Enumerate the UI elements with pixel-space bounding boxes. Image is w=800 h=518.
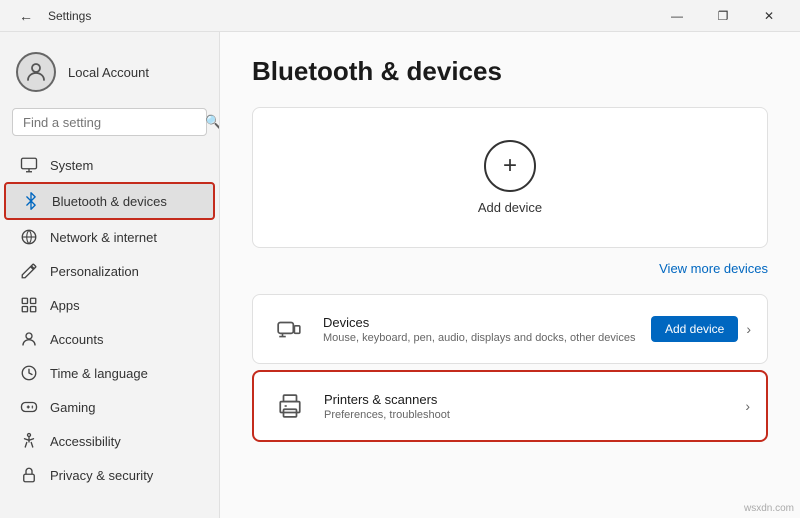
personalization-icon	[20, 262, 38, 280]
row-action-printers: ›	[745, 398, 750, 414]
time-icon	[20, 364, 38, 382]
add-device-card-label: Add device	[478, 200, 542, 215]
sidebar-label-accessibility: Accessibility	[50, 434, 121, 449]
sidebar-item-apps[interactable]: Apps	[4, 288, 215, 322]
row-title-devices: Devices	[323, 315, 637, 330]
chevron-icon-devices: ›	[746, 321, 751, 337]
view-more-devices-link[interactable]: View more devices	[659, 261, 768, 276]
sidebar-item-time[interactable]: Time & language	[4, 356, 215, 390]
maximize-button[interactable]: ❐	[700, 0, 746, 32]
title-bar: ← Settings — ❐ ✕	[0, 0, 800, 32]
sidebar-item-privacy[interactable]: Privacy & security	[4, 458, 215, 492]
settings-row-devices[interactable]: Devices Mouse, keyboard, pen, audio, dis…	[252, 294, 768, 364]
network-icon	[20, 228, 38, 246]
close-button[interactable]: ✕	[746, 0, 792, 32]
sidebar-item-accounts[interactable]: Accounts	[4, 322, 215, 356]
search-box[interactable]: 🔍	[12, 108, 207, 136]
sidebar-item-network[interactable]: Network & internet	[4, 220, 215, 254]
gaming-icon	[20, 398, 38, 416]
sidebar-label-bluetooth: Bluetooth & devices	[52, 194, 167, 209]
sidebar-item-system[interactable]: System	[4, 148, 215, 182]
sidebar-label-personalization: Personalization	[50, 264, 139, 279]
chevron-icon-printers: ›	[745, 398, 750, 414]
sidebar-label-gaming: Gaming	[50, 400, 96, 415]
minimize-button[interactable]: —	[654, 0, 700, 32]
row-text-printers: Printers & scanners Preferences, trouble…	[324, 392, 731, 421]
add-device-card[interactable]: + Add device	[252, 107, 768, 248]
row-subtitle-printers: Preferences, troubleshoot	[324, 409, 731, 421]
page-title: Bluetooth & devices	[252, 56, 768, 87]
avatar	[16, 52, 56, 92]
search-icon: 🔍	[205, 114, 220, 130]
add-device-circle-icon: +	[484, 140, 536, 192]
back-button[interactable]: ←	[12, 2, 40, 30]
devices-row-icon	[269, 309, 309, 349]
title-bar-controls: — ❐ ✕	[654, 0, 792, 32]
search-input[interactable]	[23, 115, 199, 130]
row-subtitle-devices: Mouse, keyboard, pen, audio, displays an…	[323, 332, 637, 344]
app-window: Local Account 🔍 System Bluetooth & devic…	[0, 32, 800, 518]
privacy-icon	[20, 466, 38, 484]
user-section: Local Account	[0, 40, 219, 108]
title-bar-left: ← Settings	[12, 2, 91, 30]
user-name: Local Account	[68, 65, 149, 80]
sidebar-item-personalization[interactable]: Personalization	[4, 254, 215, 288]
sidebar: Local Account 🔍 System Bluetooth & devic…	[0, 32, 220, 518]
sidebar-item-gaming[interactable]: Gaming	[4, 390, 215, 424]
sidebar-label-privacy: Privacy & security	[50, 468, 153, 483]
content-area: Bluetooth & devices + Add device View mo…	[220, 32, 800, 518]
sidebar-label-time: Time & language	[50, 366, 148, 381]
view-more-devices-link-container: View more devices	[252, 260, 768, 278]
title-bar-title: Settings	[48, 9, 91, 23]
sidebar-item-bluetooth[interactable]: Bluetooth & devices	[4, 182, 215, 220]
accessibility-icon	[20, 432, 38, 450]
row-action-button-devices[interactable]: Add device	[651, 316, 738, 342]
sidebar-label-accounts: Accounts	[50, 332, 103, 347]
row-text-devices: Devices Mouse, keyboard, pen, audio, dis…	[323, 315, 637, 344]
system-icon	[20, 156, 38, 174]
row-title-printers: Printers & scanners	[324, 392, 731, 407]
sidebar-label-system: System	[50, 158, 93, 173]
row-action-devices: Add device ›	[651, 316, 751, 342]
sidebar-label-apps: Apps	[50, 298, 80, 313]
printers-row-icon	[270, 386, 310, 426]
sidebar-item-accessibility[interactable]: Accessibility	[4, 424, 215, 458]
settings-row-printers[interactable]: Printers & scanners Preferences, trouble…	[252, 370, 768, 442]
apps-icon	[20, 296, 38, 314]
settings-rows: Devices Mouse, keyboard, pen, audio, dis…	[252, 294, 768, 442]
nav-list: System Bluetooth & devices Network & int…	[0, 148, 219, 492]
accounts-icon	[20, 330, 38, 348]
bluetooth-icon	[22, 192, 40, 210]
sidebar-label-network: Network & internet	[50, 230, 157, 245]
